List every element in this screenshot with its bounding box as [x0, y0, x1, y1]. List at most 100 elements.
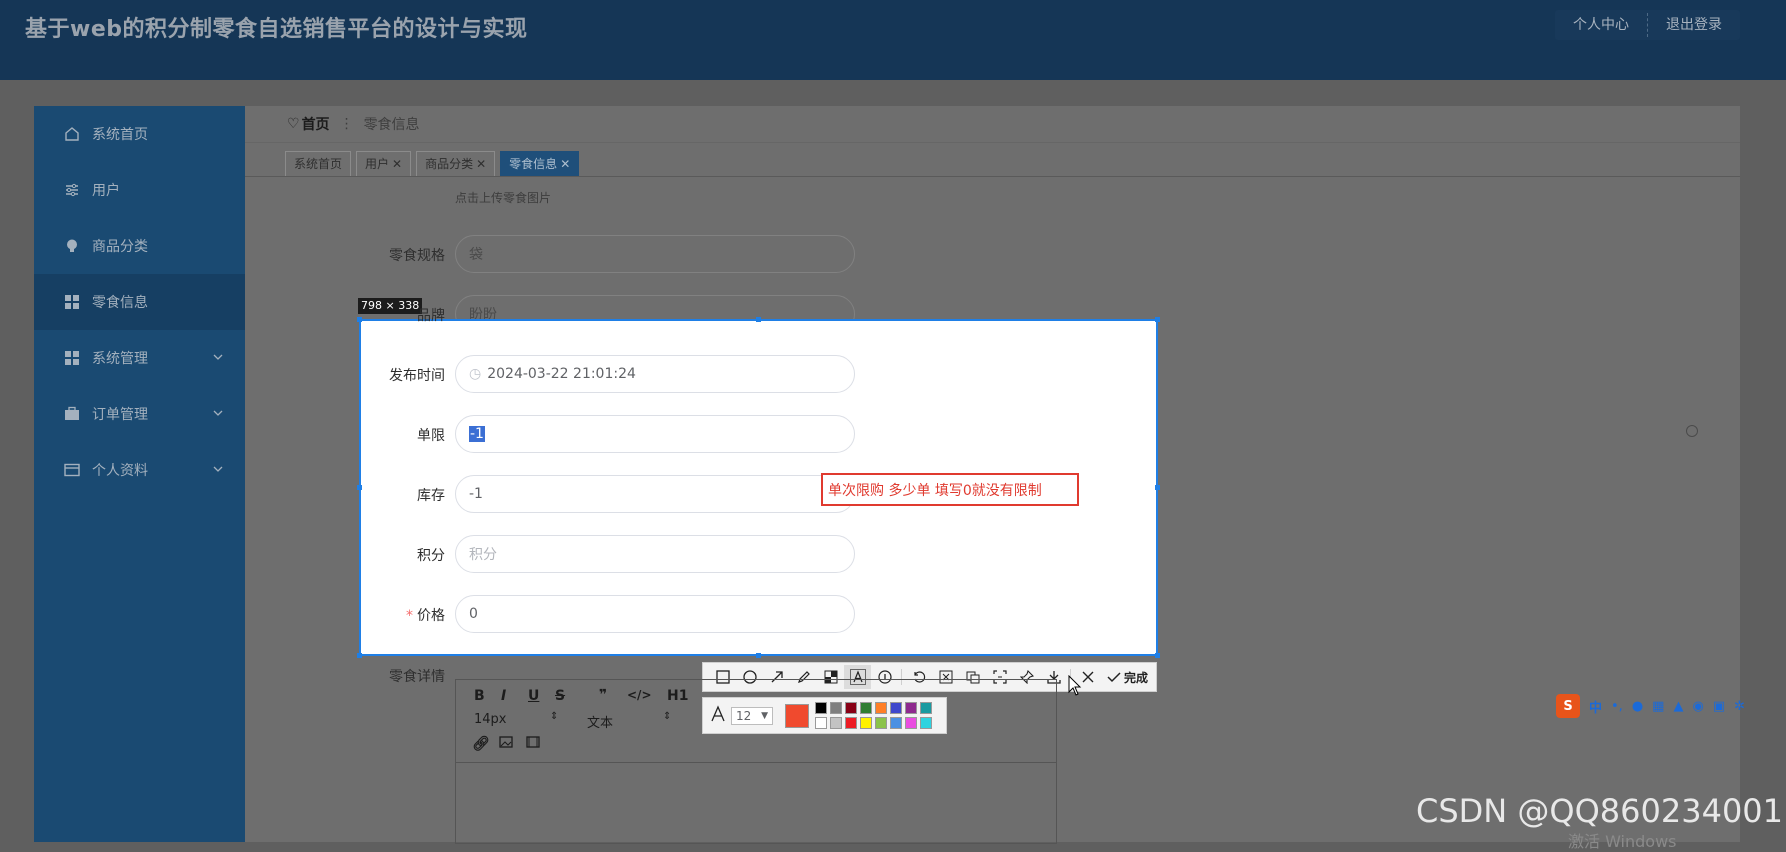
resize-handle[interactable]	[357, 653, 362, 658]
tab-category[interactable]: 商品分类 ✕	[416, 151, 496, 177]
done-button[interactable]: 完成	[1107, 669, 1148, 686]
top-header: 基于web的积分制零食自选销售平台的设计与实现 个人中心 退出登录	[0, 0, 1786, 80]
ime-toolbar: S 中 •, ● ▦ ▲ ◉ ▣ ✲	[1556, 690, 1786, 722]
upload-hint[interactable]: 点击上传零食图片	[455, 189, 551, 206]
tab-users[interactable]: 用户 ✕	[356, 151, 412, 177]
limit-label: 单限	[417, 428, 445, 444]
font-size-dropdown[interactable]: 14px	[474, 712, 507, 727]
chinese-mode-icon[interactable]: 中	[1589, 697, 1602, 716]
spec-placeholder: 袋	[469, 247, 483, 263]
limit-value: -1	[469, 426, 485, 442]
underline-icon[interactable]: U	[528, 688, 539, 704]
publish-time-value: 2024-03-22 21:01:24	[487, 366, 636, 382]
italic-icon[interactable]: I	[501, 688, 506, 704]
sidebar-item-orders[interactable]: 订单管理	[34, 386, 245, 442]
briefcase-icon	[64, 406, 80, 422]
paragraph-dropdown[interactable]: 文本	[587, 712, 613, 731]
game-icon[interactable]: ◉	[1692, 699, 1703, 714]
stock-value: -1	[469, 486, 483, 502]
tab-snack-info[interactable]: 零食信息 ✕	[500, 151, 580, 177]
tab-label: 用户	[365, 157, 390, 171]
sidebar-item-home[interactable]: 系统首页	[34, 106, 245, 162]
tab-label: 零食信息	[509, 157, 558, 171]
spinner-icon: ⇕	[550, 711, 559, 722]
points-input[interactable]: 积分	[455, 535, 855, 573]
image-icon[interactable]	[499, 736, 513, 752]
spec-label: 零食规格	[389, 248, 445, 264]
close-icon[interactable]: ✕	[560, 157, 570, 171]
limit-input[interactable]: -1	[455, 415, 855, 453]
price-input[interactable]: 0	[455, 595, 855, 633]
sidebar-item-category[interactable]: 商品分类	[34, 218, 245, 274]
video-icon[interactable]	[526, 736, 540, 752]
app-title: 基于web的积分制零食自选销售平台的设计与实现	[25, 17, 528, 42]
stock-label: 库存	[417, 488, 445, 504]
chevron-down-icon	[213, 350, 223, 366]
price-label: * 价格	[355, 605, 445, 625]
breadcrumb-home-label: 首页	[301, 117, 330, 133]
sidebar-item-label: 个人资料	[92, 463, 148, 479]
resize-handle[interactable]	[756, 317, 761, 322]
apps-icon[interactable]: ▣	[1713, 699, 1725, 714]
divider	[245, 176, 1740, 177]
brand-label: 品牌	[417, 308, 445, 324]
resize-handle[interactable]	[1155, 317, 1160, 322]
sidebar-item-label: 系统首页	[92, 127, 148, 143]
sidebar-item-label: 订单管理	[92, 407, 148, 423]
mouse-cursor-icon	[1068, 675, 1082, 696]
bulb-icon	[64, 238, 80, 254]
bold-icon[interactable]: B	[474, 688, 485, 704]
resize-handle[interactable]	[1155, 653, 1160, 658]
sidebar-item-label: 商品分类	[92, 239, 148, 255]
resize-handle[interactable]	[756, 653, 761, 658]
heart-icon: ♡	[287, 116, 300, 132]
quote-icon[interactable]: ❞	[599, 687, 607, 703]
strikethrough-icon[interactable]: S	[555, 688, 565, 704]
link-icon[interactable]: 🔗︎	[472, 736, 490, 752]
logout-button[interactable]: 退出登录	[1648, 10, 1740, 40]
microphone-icon[interactable]: ●	[1632, 699, 1643, 714]
tab-home[interactable]: 系统首页	[285, 151, 352, 177]
sidebar-item-users[interactable]: 用户	[34, 162, 245, 218]
clock-icon: ◷	[469, 366, 482, 382]
points-label: 积分	[417, 548, 445, 564]
sidebar-item-snack-info[interactable]: 零食信息	[34, 274, 245, 330]
sliders-icon	[64, 182, 80, 198]
punctuation-icon[interactable]: •,	[1611, 699, 1623, 714]
sidebar-item-label: 零食信息	[92, 295, 148, 311]
activate-windows-text: 激活 Windows	[1568, 832, 1677, 851]
personal-center-button[interactable]: 个人中心	[1555, 10, 1647, 40]
code-icon[interactable]: </>	[627, 688, 652, 702]
rich-text-editor: B I U S ❞ </> H1 14px ⇕ 文本 ⇕ 🔗︎	[455, 679, 1057, 844]
text-annotation[interactable]: 单次限购 多少单 填写0就没有限制	[821, 473, 1079, 506]
sidebar-item-label: 用户	[92, 183, 120, 199]
clear-icon[interactable]	[1686, 425, 1698, 437]
chevron-down-icon	[213, 406, 223, 422]
close-icon[interactable]: ✕	[476, 157, 486, 171]
keyboard-icon[interactable]: ▦	[1652, 699, 1664, 714]
sidebar-item-profile[interactable]: 个人资料	[34, 442, 245, 498]
grid-icon	[64, 294, 80, 310]
stock-input[interactable]: -1	[455, 475, 855, 513]
breadcrumb-home[interactable]: ♡ 首页	[287, 114, 330, 134]
header-actions: 个人中心 退出登录	[1555, 10, 1740, 40]
tab-bar: 系统首页 用户 ✕ 商品分类 ✕ 零食信息 ✕	[285, 151, 580, 177]
spec-input[interactable]: 袋	[455, 235, 855, 273]
price-label-text: 价格	[417, 608, 445, 624]
csdn-watermark: CSDN @QQ860234001	[1416, 792, 1784, 830]
close-icon[interactable]: ✕	[392, 157, 402, 171]
settings-icon[interactable]: ✲	[1734, 699, 1745, 714]
publish-time-picker[interactable]: ◷ 2024-03-22 21:01:24	[455, 355, 855, 393]
heading-1-icon[interactable]: H1	[667, 688, 688, 704]
breadcrumb: ♡ 首页 ⋮ 零食信息	[287, 114, 420, 134]
breadcrumb-current: 零食信息	[363, 117, 420, 133]
skin-icon[interactable]: ▲	[1673, 699, 1683, 714]
resize-handle[interactable]	[1155, 485, 1160, 490]
sidebar: 系统首页 用户 商品分类 零食信息 系统管理 订单管理 个人资料	[34, 106, 245, 842]
breadcrumb-separator: ⋮	[339, 116, 354, 132]
resize-handle[interactable]	[357, 485, 362, 490]
sidebar-item-system[interactable]: 系统管理	[34, 330, 245, 386]
price-value: 0	[469, 606, 478, 622]
grid-icon	[64, 350, 80, 366]
publish-time-label: 发布时间	[389, 368, 445, 384]
